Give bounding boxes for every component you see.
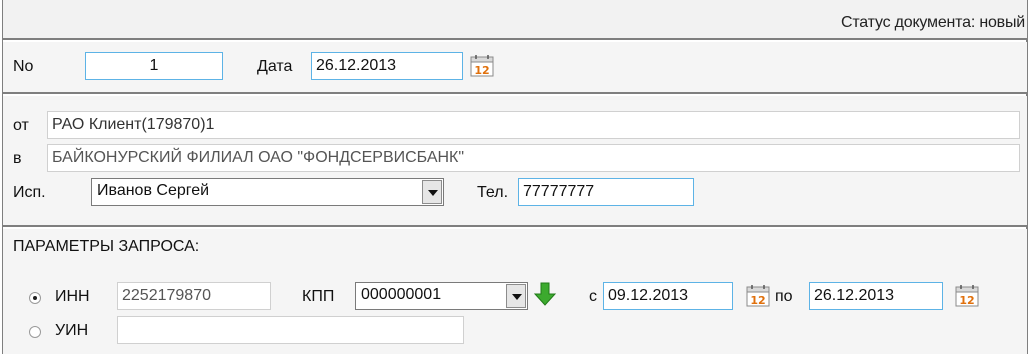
inn-field[interactable]: 2252179870 [117, 282, 271, 310]
params-title: ПАРАМЕТРЫ ЗАПРОСА: [13, 238, 200, 255]
number-label: No [13, 58, 34, 75]
number-date-row: No 1 Дата 26.12.2013 [3, 42, 1027, 94]
executor-label: Исп. [13, 184, 46, 201]
calendar-icon[interactable] [745, 284, 771, 308]
phone-label: Тел. [477, 184, 509, 201]
kpp-value: 000000001 [361, 286, 442, 303]
date-from-field[interactable]: 09.12.2013 [603, 282, 733, 310]
to-label: в [13, 150, 22, 167]
document-number-field[interactable]: 1 [85, 52, 223, 80]
document-status: Статус документа: новый [840, 14, 1025, 31]
recipient-field: БАЙКОНУРСКИЙ ФИЛИАЛ ОАО "ФОНДСЕРВИСБАНК" [47, 144, 1020, 172]
status-bar: Статус документа: новый [3, 0, 1027, 40]
green-down-arrow-icon[interactable] [533, 281, 557, 307]
kpp-select[interactable]: 000000001 [355, 282, 528, 310]
from-label: от [13, 117, 29, 134]
phone-field[interactable]: 77777777 [518, 178, 694, 206]
date-from-label: с [589, 288, 597, 305]
inn-label: ИНН [55, 288, 90, 305]
date-label: Дата [257, 58, 293, 75]
inn-radio[interactable] [29, 292, 41, 304]
calendar-icon[interactable] [469, 54, 495, 78]
sender-field: РАО Клиент(179870)1 [47, 111, 1020, 139]
executor-select[interactable]: Иванов Сергей [91, 178, 444, 206]
chevron-down-icon[interactable] [422, 180, 442, 204]
date-to-field[interactable]: 26.12.2013 [809, 282, 943, 310]
chevron-down-icon[interactable] [506, 284, 526, 308]
party-section: от РАО Клиент(179870)1 в БАЙКОНУРСКИЙ ФИ… [3, 96, 1027, 227]
kpp-label: КПП [302, 288, 335, 305]
uin-label: УИН [55, 322, 89, 339]
document-date-field[interactable]: 26.12.2013 [311, 52, 463, 80]
calendar-icon[interactable] [954, 284, 980, 308]
executor-value: Иванов Сергей [97, 182, 210, 199]
date-to-label: по [775, 288, 793, 305]
query-params-section: ПАРАМЕТРЫ ЗАПРОСА: ИНН 2252179870 КПП 00… [3, 229, 1027, 354]
uin-radio[interactable] [29, 326, 41, 338]
uin-field[interactable] [117, 316, 464, 344]
